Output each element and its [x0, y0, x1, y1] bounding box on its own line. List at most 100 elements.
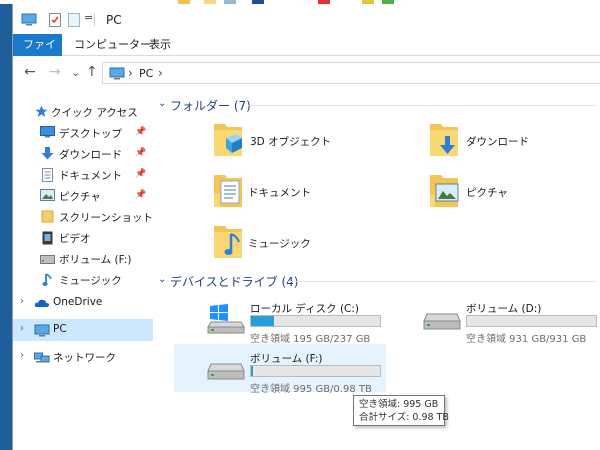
folder-downloads[interactable]: ダウンロード — [428, 118, 600, 166]
back-button[interactable]: ← — [24, 65, 36, 79]
drive-icon — [423, 304, 461, 337]
nav-item-pc[interactable]: › PC — [13, 319, 153, 341]
tooltip-total-size: 合計サイズ: 0.98 TB — [359, 412, 449, 423]
folder-documents[interactable]: ドキュメント — [212, 169, 422, 217]
pictures-folder-icon — [428, 169, 460, 212]
nav-item-network[interactable]: › ネットワーク — [13, 346, 153, 368]
drive-icon — [207, 354, 245, 387]
title-bar: = PC — [13, 4, 600, 34]
music-icon — [42, 273, 53, 290]
pictures-icon — [40, 189, 55, 204]
breadcrumb-separator-icon[interactable]: › — [128, 66, 133, 80]
nav-label: OneDrive — [53, 296, 103, 308]
folder-pictures[interactable]: ピクチャ — [428, 169, 600, 217]
drive-usage-fill — [251, 366, 253, 376]
nav-item-documents[interactable]: ドキュメント 📌 — [13, 164, 153, 186]
nav-item-desktop[interactable]: デスクトップ 📌 — [13, 122, 153, 144]
drive-name: ローカル ディスク (C:) — [250, 303, 360, 315]
drive-f[interactable]: ボリューム (F:) 空き領域 995 GB/0.98 TB — [174, 344, 386, 395]
star-icon — [35, 105, 48, 121]
tooltip-free-space: 空き領域: 995 GB — [359, 399, 439, 410]
nav-item-videos[interactable]: ビデオ — [13, 227, 153, 249]
forward-button[interactable]: → — [49, 65, 61, 79]
chevron-down-icon[interactable]: ⌄ — [158, 98, 166, 109]
download-icon — [41, 147, 54, 163]
nav-label: ビデオ — [59, 233, 91, 245]
nav-label: クイック アクセス — [51, 107, 138, 119]
recent-locations-button[interactable]: ⌄ — [71, 66, 80, 80]
document-icon — [42, 168, 53, 185]
group-divider — [288, 281, 597, 282]
group-title: デバイスとドライブ (4) — [170, 275, 299, 289]
pin-icon: 📌 — [135, 148, 147, 158]
chevron-right-icon[interactable]: › — [20, 350, 24, 361]
folder-label: ピクチャ — [466, 187, 508, 199]
drive-c[interactable]: ローカル ディスク (C:) 空き領域 195 GB/237 GB — [174, 294, 386, 345]
tab-file[interactable]: ファイル — [13, 34, 62, 73]
chevron-down-icon[interactable]: ⌄ — [158, 274, 166, 285]
nav-label: スクリーンショット — [59, 212, 153, 224]
drive-free-space: 空き領域 995 GB/0.98 TB — [250, 384, 372, 395]
folder-label: ダウンロード — [466, 136, 529, 148]
drive-usage-bar — [250, 365, 381, 377]
drive-usage-fill — [251, 316, 275, 326]
nav-label: ミュージック — [59, 275, 122, 287]
up-button[interactable]: ↑ — [86, 65, 98, 79]
downloads-folder-icon — [428, 118, 460, 161]
nav-item-onedrive[interactable]: › OneDrive — [13, 292, 153, 314]
nav-label: ネットワーク — [53, 352, 116, 364]
pin-icon: 📌 — [135, 190, 147, 200]
qat-dropdown-icon[interactable]: = — [84, 11, 93, 24]
nav-item-music[interactable]: ミュージック — [13, 269, 153, 291]
address-row: ← → ⌄ ↑ › PC › — [13, 56, 600, 90]
nav-label: PC — [53, 323, 67, 335]
drive-free-space: 空き領域 195 GB/237 GB — [250, 334, 371, 345]
nav-item-volume-f[interactable]: ボリューム (F:) — [13, 248, 153, 270]
window-title: PC — [106, 13, 122, 27]
nav-label: デスクトップ — [59, 128, 122, 140]
navigation-pane: クイック アクセス デスクトップ 📌 ダウンロード 📌 ドキュメント 📌 ピクチ… — [13, 90, 153, 450]
folder-label: ドキュメント — [248, 187, 311, 199]
nav-item-screenshots[interactable]: スクリーンショット — [13, 206, 153, 228]
chevron-right-icon[interactable]: › — [20, 323, 24, 334]
pc-icon — [34, 324, 50, 340]
folders-group-header[interactable]: ⌄ フォルダー (7) — [153, 96, 600, 114]
nav-item-downloads[interactable]: ダウンロード 📌 — [13, 143, 153, 165]
nav-label: ピクチャ — [59, 191, 101, 203]
nav-label: ダウンロード — [59, 149, 122, 161]
group-divider — [249, 105, 597, 106]
drive-name: ボリューム (D:) — [466, 303, 542, 315]
folder-music[interactable]: ミュージック — [212, 220, 422, 268]
drive-free-space: 空き領域 931 GB/931 GB — [466, 334, 587, 345]
drive-usage-bar — [250, 315, 381, 327]
3d-objects-folder-icon — [212, 118, 244, 161]
title-separator — [94, 13, 95, 26]
drive-name: ボリューム (F:) — [250, 353, 323, 365]
properties-icon[interactable] — [49, 13, 61, 30]
drives-group-header[interactable]: ⌄ デバイスとドライブ (4) — [153, 272, 600, 290]
folder-label: 3D オブジェクト — [250, 136, 332, 148]
nav-label: ドキュメント — [59, 170, 122, 182]
address-bar[interactable]: › PC › — [102, 62, 600, 84]
breadcrumb-chevron-icon[interactable]: › — [158, 66, 163, 80]
pin-icon: 📌 — [135, 127, 147, 137]
windows-drive-icon — [207, 304, 245, 337]
drive-icon — [40, 254, 55, 267]
group-title: フォルダー (7) — [170, 99, 251, 113]
pc-icon — [21, 13, 37, 29]
pin-icon: 📌 — [135, 169, 147, 179]
breadcrumb-pc[interactable]: PC — [139, 67, 153, 80]
nav-label: ボリューム (F:) — [59, 254, 132, 266]
tab-view[interactable]: 表示 — [137, 34, 183, 56]
nav-quick-access[interactable]: クイック アクセス — [13, 101, 153, 123]
new-folder-icon[interactable] — [68, 13, 80, 30]
drive-d[interactable]: ボリューム (D:) 空き領域 931 GB/931 GB — [390, 294, 600, 345]
folder-icon — [41, 210, 54, 226]
folder-label: ミュージック — [248, 238, 311, 250]
onedrive-cloud-icon — [34, 298, 50, 311]
folder-3d-objects[interactable]: 3D オブジェクト — [212, 118, 422, 166]
ribbon-tabs: ファイル コンピューター 表示 — [13, 34, 600, 73]
nav-item-pictures[interactable]: ピクチャ 📌 — [13, 185, 153, 207]
chevron-right-icon[interactable]: › — [20, 296, 24, 307]
desktop-icon — [40, 126, 55, 141]
